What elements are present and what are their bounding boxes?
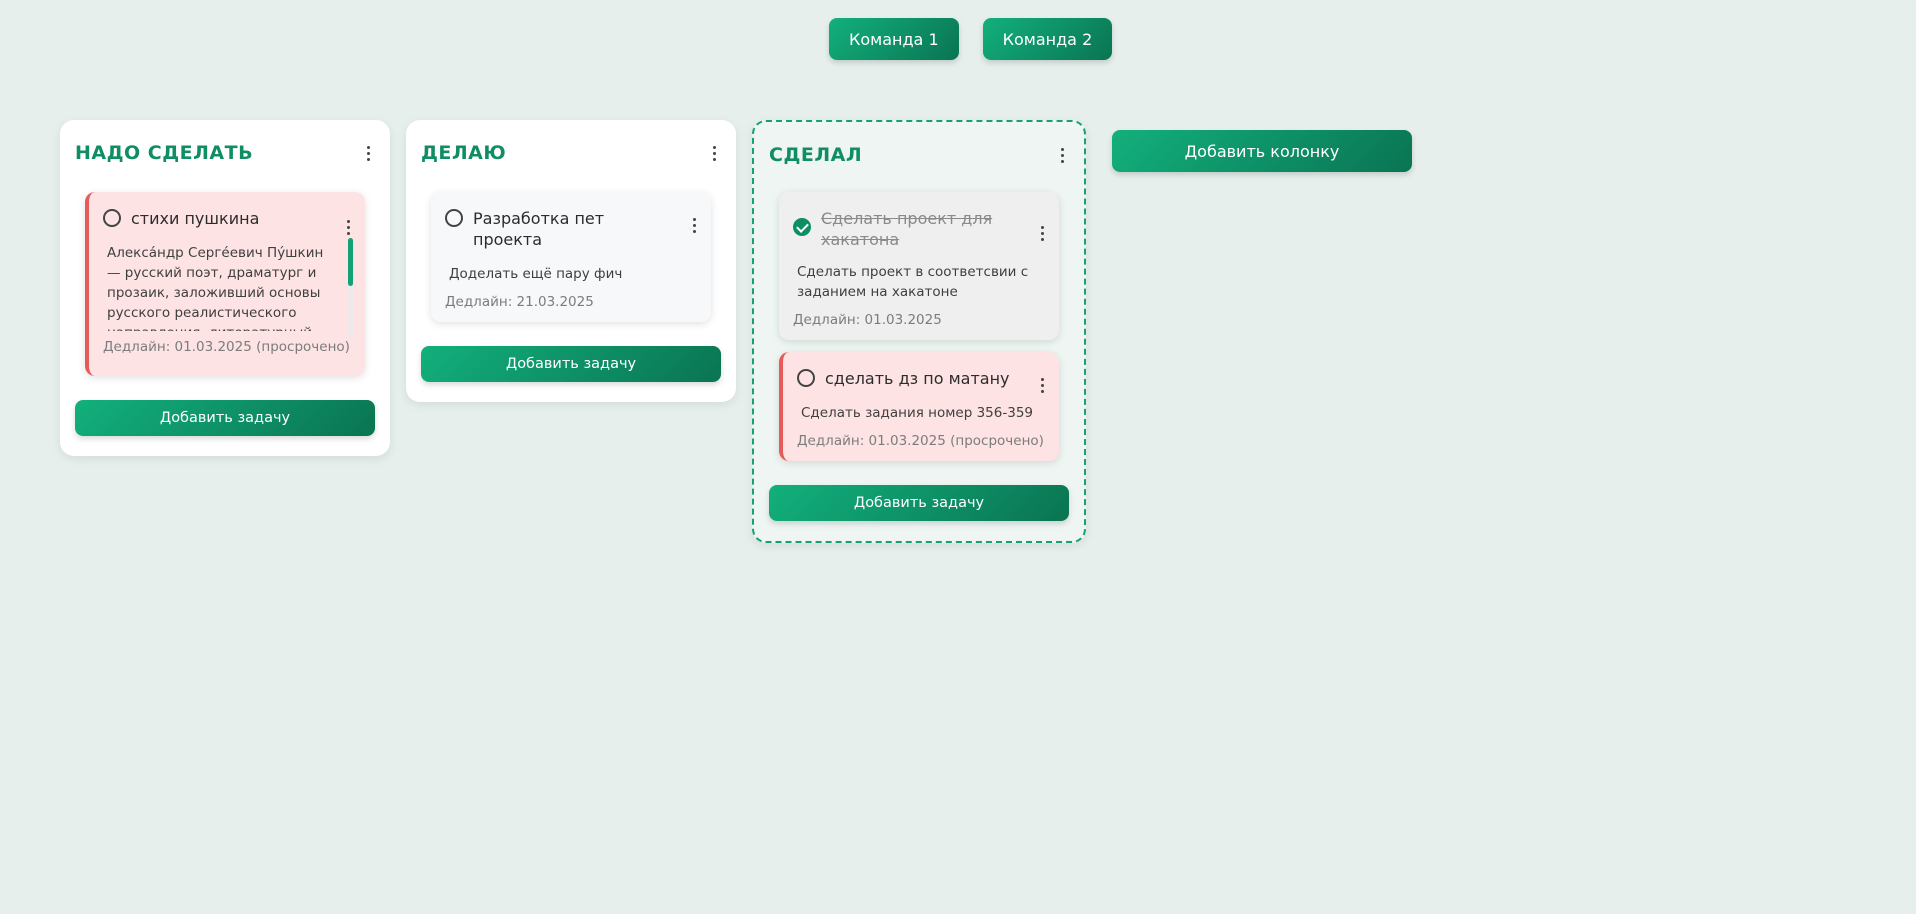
task-deadline: Дедлайн: 01.03.2025 (просрочено) [797,433,1044,449]
task-checkbox-checked[interactable] [793,218,811,236]
add-task-button[interactable]: Добавить задачу [769,485,1069,521]
column-in-progress: ДЕЛАЮ Разработка пет проекта Доделать ещ… [406,120,736,402]
task-menu-icon[interactable] [341,216,355,238]
add-task-button[interactable]: Добавить задачу [421,346,721,382]
task-checkbox[interactable] [445,209,463,227]
task-title: Сделать проект для хакатона [821,209,993,249]
task-description: Доделать ещё пару фич [449,266,623,282]
task-header: Сделать проект для хакатона [793,208,1045,250]
task-description: Сделать проект в соответсвии с заданием … [797,264,1029,300]
task-checkbox[interactable] [103,209,121,227]
task-card[interactable]: стихи пушкина Алекса́ндр Серге́евич Пу́ш… [85,192,365,376]
column-title: НАДО СДЕЛАТЬ [75,142,254,164]
column-header: НАДО СДЕЛАТЬ [75,140,375,166]
task-checkbox[interactable] [797,369,815,387]
task-menu-icon[interactable] [1035,222,1049,244]
task-title: стихи пушкина [131,209,260,228]
task-deadline: Дедлайн: 01.03.2025 (просрочено) [103,339,350,355]
task-menu-icon[interactable] [687,214,701,236]
task-deadline: Дедлайн: 01.03.2025 [793,312,942,328]
column-done: СДЕЛАЛ Сделать проект для хакатона Сдела… [752,120,1086,543]
add-task-button[interactable]: Добавить задачу [75,400,375,436]
task-header: стихи пушкина [103,208,351,229]
task-deadline: Дедлайн: 21.03.2025 [445,294,594,310]
task-card[interactable]: сделать дз по матану Сделать задания ном… [779,352,1059,461]
task-description: Алекса́ндр Серге́евич Пу́шкин — русский … [107,245,324,331]
column-title: СДЕЛАЛ [769,144,863,166]
task-header: Разработка пет проекта [445,208,697,250]
column-menu-icon[interactable] [707,142,721,164]
column-header: СДЕЛАЛ [769,142,1069,168]
scrollbar-thumb[interactable] [348,238,353,286]
column-title: ДЕЛАЮ [421,142,507,164]
column-menu-icon[interactable] [1055,144,1069,166]
column-todo: НАДО СДЕЛАТЬ стихи пушкина Алекса́ндр Се… [60,120,390,456]
task-menu-icon[interactable] [1035,374,1049,396]
description-scrollbar[interactable] [348,238,353,338]
task-card[interactable]: Сделать проект для хакатона Сделать прое… [779,192,1059,340]
team-1-button[interactable]: Команда 1 [829,18,959,60]
task-title: Разработка пет проекта [473,209,605,249]
task-description: Сделать задания номер 356-359 [801,405,1033,421]
column-menu-icon[interactable] [361,142,375,164]
task-title: сделать дз по матану [825,369,1010,388]
task-header: сделать дз по матану [797,368,1045,389]
task-card[interactable]: Разработка пет проекта Доделать ещё пару… [431,192,711,322]
team-2-button[interactable]: Команда 2 [982,18,1113,60]
add-column-button[interactable]: Добавить колонку [1112,130,1412,172]
column-header: ДЕЛАЮ [421,140,721,166]
team-switcher: Команда 1 Команда 2 [829,18,1113,60]
